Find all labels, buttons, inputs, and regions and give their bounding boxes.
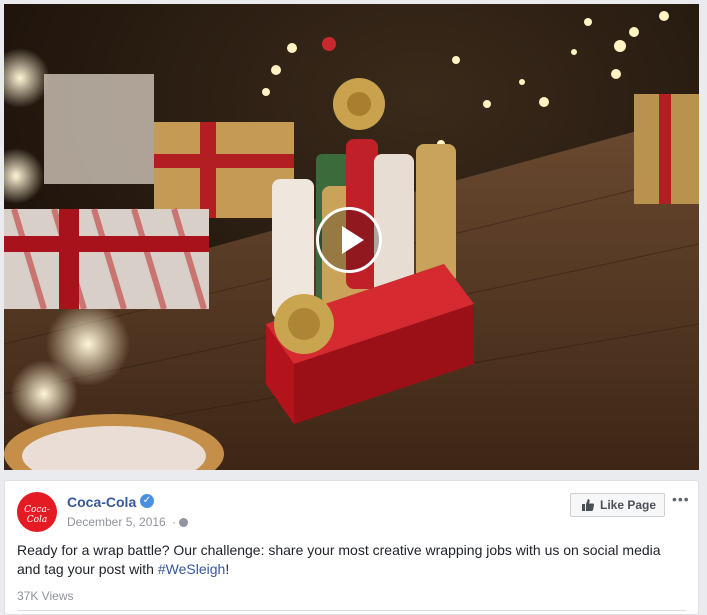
play-button[interactable] xyxy=(316,207,382,273)
post-message: Ready for a wrap battle? Our challenge: … xyxy=(17,541,687,579)
like-page-label: Like Page xyxy=(600,498,657,512)
post-text-end: ! xyxy=(225,561,230,577)
verified-icon: ✓ xyxy=(140,494,154,508)
play-icon xyxy=(342,226,364,254)
more-options-icon[interactable]: ••• xyxy=(672,491,690,507)
post-date-link[interactable]: December 5, 2016 xyxy=(67,515,166,529)
page-name-link[interactable]: Coca-Cola xyxy=(67,494,136,510)
video-player[interactable] xyxy=(4,4,699,470)
post-text-main: Ready for a wrap battle? Our challenge: … xyxy=(17,542,661,577)
views-count: 37K Views xyxy=(17,589,74,603)
post-card: Coca-Cola Coca-Cola ✓ December 5, 2016 ·… xyxy=(4,480,699,615)
globe-icon xyxy=(179,518,188,527)
hashtag-link[interactable]: #WeSleigh xyxy=(158,561,225,577)
divider xyxy=(17,610,686,611)
date-separator: · xyxy=(172,515,176,529)
like-page-button[interactable]: Like Page xyxy=(570,493,665,517)
avatar[interactable]: Coca-Cola xyxy=(17,492,57,532)
thumbs-up-icon xyxy=(582,499,594,511)
coca-cola-logo: Coca-Cola xyxy=(24,505,50,525)
